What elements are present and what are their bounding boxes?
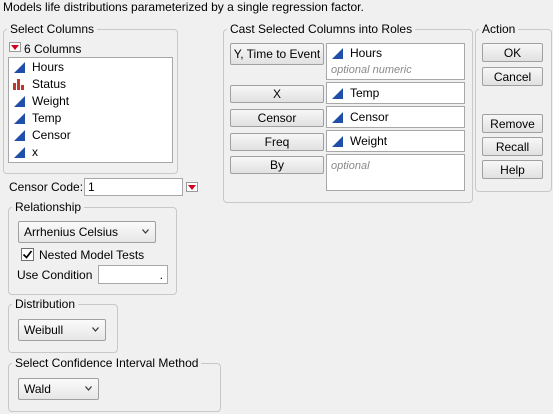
x-value: Temp xyxy=(350,86,380,100)
continuous-icon xyxy=(330,46,344,60)
distribution-selected: Weibull xyxy=(24,323,64,337)
continuous-icon xyxy=(330,134,344,148)
relationship-selected: Arrhenius Celsius xyxy=(24,225,119,239)
action-panel: Action OK Cancel Remove Recall Help xyxy=(475,22,552,192)
optional-hint: optional xyxy=(331,160,370,172)
censor-value: Censor xyxy=(350,110,389,124)
help-button[interactable]: Help xyxy=(482,160,543,179)
distribution-panel: Distribution Weibull xyxy=(8,297,118,353)
column-name: Censor xyxy=(32,127,71,142)
continuous-icon xyxy=(12,145,26,159)
chevron-down-icon xyxy=(85,386,92,391)
relationship-panel: Relationship Arrhenius Celsius Nested Mo… xyxy=(8,200,177,295)
continuous-icon xyxy=(12,111,26,125)
x-role-box[interactable]: Temp xyxy=(326,82,465,104)
y-time-role-box[interactable]: Hours optional numeric xyxy=(326,43,465,80)
x-role-button[interactable]: X xyxy=(230,85,324,103)
optional-numeric-hint: optional numeric xyxy=(331,64,412,76)
nominal-icon xyxy=(12,77,26,91)
continuous-icon xyxy=(330,86,344,100)
recall-button[interactable]: Recall xyxy=(482,137,543,156)
use-condition-value: . xyxy=(159,267,163,282)
select-columns-title: Select Columns xyxy=(7,22,98,36)
cast-roles-panel: Cast Selected Columns into Roles Y, Time… xyxy=(223,22,473,203)
column-name: Weight xyxy=(32,93,70,108)
distribution-title: Distribution xyxy=(12,297,79,311)
freq-role-box[interactable]: Weight xyxy=(326,130,465,152)
remove-button[interactable]: Remove xyxy=(482,114,543,133)
action-title: Action xyxy=(479,22,519,36)
censor-role-button[interactable]: Censor xyxy=(230,109,324,127)
nested-model-tests-label: Nested Model Tests xyxy=(39,248,145,262)
distribution-dropdown[interactable]: Weibull xyxy=(18,319,106,341)
red-triangle-icon xyxy=(188,184,196,190)
ci-method-dropdown[interactable]: Wald xyxy=(18,378,99,400)
by-role-box[interactable]: optional xyxy=(326,154,465,191)
role-item[interactable]: Hours xyxy=(327,44,464,62)
ok-button[interactable]: OK xyxy=(482,43,543,62)
role-item[interactable]: Censor xyxy=(327,107,464,127)
column-list-item[interactable]: Weight xyxy=(9,92,172,109)
select-columns-panel: Select Columns 6 Columns Hours Status Weig… xyxy=(3,22,178,174)
column-name: Temp xyxy=(32,110,62,125)
cast-roles-title: Cast Selected Columns into Roles xyxy=(227,22,416,36)
censor-code-label: Censor Code: xyxy=(9,180,84,194)
columns-count-label: 6 Columns xyxy=(24,42,82,56)
use-condition-label: Use Condition xyxy=(17,268,93,282)
red-triangle-icon xyxy=(11,44,19,50)
column-list[interactable]: Hours Status Weight Temp Censor x xyxy=(8,57,173,163)
column-list-item[interactable]: x xyxy=(9,143,172,160)
column-list-item[interactable]: Status xyxy=(9,75,172,92)
censor-code-field[interactable]: 1 xyxy=(84,178,183,196)
continuous-icon xyxy=(12,94,26,108)
continuous-icon xyxy=(12,128,26,142)
checkmark-icon xyxy=(22,250,33,259)
column-name: x xyxy=(32,144,38,159)
columns-menu-button[interactable] xyxy=(9,42,21,52)
relationship-dropdown[interactable]: Arrhenius Celsius xyxy=(18,221,156,243)
role-item[interactable]: Weight xyxy=(327,131,464,151)
column-list-item[interactable]: Temp xyxy=(9,109,172,126)
column-name: Hours xyxy=(32,59,65,74)
ci-method-selected: Wald xyxy=(24,382,51,396)
column-list-item[interactable]: Hours xyxy=(9,58,172,75)
ci-method-panel: Select Confidence Interval Method Wald xyxy=(8,356,221,412)
use-condition-field[interactable]: . xyxy=(98,265,168,284)
censor-code-menu-button[interactable] xyxy=(186,182,198,192)
freq-value: Weight xyxy=(350,134,388,148)
column-list-item[interactable]: Censor xyxy=(9,126,172,143)
column-name: Status xyxy=(32,76,67,91)
dialog-description: Models life distributions parameterized … xyxy=(3,0,364,14)
by-role-button[interactable]: By xyxy=(230,156,324,174)
role-item[interactable]: Temp xyxy=(327,83,464,103)
freq-role-button[interactable]: Freq xyxy=(230,133,324,151)
chevron-down-icon xyxy=(142,229,149,234)
continuous-icon xyxy=(12,60,26,74)
censor-role-box[interactable]: Censor xyxy=(326,106,465,128)
chevron-down-icon xyxy=(92,327,99,332)
nested-model-tests-checkbox[interactable] xyxy=(21,248,34,261)
y-time-to-event-button[interactable]: Y, Time to Event xyxy=(230,43,324,65)
cancel-button[interactable]: Cancel xyxy=(482,67,543,86)
y-time-value: Hours xyxy=(350,46,383,60)
ci-method-title: Select Confidence Interval Method xyxy=(12,356,202,370)
continuous-icon xyxy=(330,110,344,124)
relationship-title: Relationship xyxy=(12,200,85,214)
